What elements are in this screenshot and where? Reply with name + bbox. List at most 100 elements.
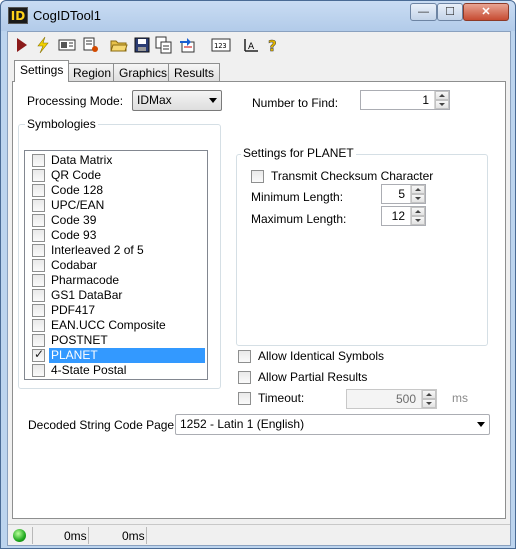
stepper-up-icon [422,390,436,399]
tab-results[interactable]: Results [168,63,221,82]
app-icon: ID [8,7,28,24]
reset-icon[interactable] [178,36,196,54]
symbology-item[interactable]: Data Matrix [26,153,206,168]
symbology-checkbox[interactable] [32,304,45,317]
tab-region[interactable]: Region [67,63,118,82]
symbology-label: Codabar [51,258,98,272]
toolbar: 123 A ? [8,32,510,58]
symbology-checkbox[interactable] [32,244,45,257]
symbology-item[interactable]: Pharmacode [26,273,206,288]
symbologies-list[interactable]: Data Matrix QR Code Code 128 UPC/EAN Code 39… [24,150,208,380]
allow-partial-checkbox[interactable] [238,371,251,384]
symbology-item[interactable]: PDF417 [26,303,206,318]
minimize-button[interactable]: — [410,3,437,21]
code-page-select[interactable]: 1252 - Latin 1 (English) [175,414,490,435]
allow-partial-label: Allow Partial Results [258,370,368,384]
stepper-down-icon[interactable] [411,216,425,225]
status-bar: 0ms 0ms [8,524,510,545]
maximum-length-value: 12 [391,209,405,223]
symbology-item[interactable]: EAN.UCC Composite [26,318,206,333]
status-time-2: 0ms [122,529,145,543]
symbology-label: Code 93 [51,228,97,242]
timeout-checkbox[interactable] [238,392,251,405]
symbology-item[interactable]: UPC/EAN [26,198,206,213]
save-icon[interactable] [133,36,151,54]
symbology-label: GS1 DataBar [51,288,123,302]
symbology-label: POSTNET [51,333,108,347]
minimum-length-label: Minimum Length: [251,190,344,204]
help-icon[interactable]: ? [264,36,282,56]
symbology-item[interactable]: Codabar [26,258,206,273]
symbology-checkbox[interactable] [32,229,45,242]
copy-icon[interactable] [155,36,173,54]
train-icon[interactable]: A [242,36,260,54]
stepper-down-icon[interactable] [435,100,449,109]
allow-identical-checkbox[interactable] [238,350,251,363]
title-bar[interactable]: ID CogIDTool1 — ☐ ✕ [1,1,515,31]
symbology-checkbox[interactable] [32,319,45,332]
minimum-length-value: 5 [398,187,405,201]
transmit-checksum-label: Transmit Checksum Character [271,169,434,183]
symbology-label: Data Matrix [51,153,113,167]
timeout-label: Timeout: [258,391,305,405]
settings-icon[interactable] [82,36,100,54]
symbology-checkbox[interactable]: ✓ [32,347,45,362]
symbology-item[interactable]: Code 93 [26,228,206,243]
svg-text:A: A [248,42,255,52]
svg-text:123: 123 [214,42,227,50]
symbology-checkbox[interactable] [32,184,45,197]
minimum-length-stepper[interactable]: 5 [381,184,426,204]
maximum-length-label: Maximum Length: [251,212,347,226]
number-to-find-stepper[interactable]: 1 [360,90,450,110]
tab-graphics[interactable]: Graphics [113,63,174,82]
stepper-up-icon[interactable] [411,207,425,216]
symbology-label: EAN.UCC Composite [51,318,166,332]
symbology-checkbox[interactable] [32,214,45,227]
symbology-checkbox[interactable] [32,154,45,167]
symbology-item[interactable]: 4-State Postal [26,363,206,378]
stepper-down-icon[interactable] [411,194,425,203]
maximum-length-stepper[interactable]: 12 [381,206,426,226]
symbology-checkbox[interactable] [32,169,45,182]
stepper-up-icon[interactable] [411,185,425,194]
timeout-value: 500 [395,392,416,406]
stepper-down-icon [422,399,436,408]
symbology-item[interactable]: Interleaved 2 of 5 [26,243,206,258]
close-button[interactable]: ✕ [463,3,509,21]
stepper-up-icon[interactable] [435,91,449,100]
symbology-checkbox[interactable] [32,259,45,272]
symbology-item[interactable]: QR Code [26,168,206,183]
code-page-value: 1252 - Latin 1 (English) [180,417,305,431]
symbology-item[interactable]: Code 128 [26,183,206,198]
open-icon[interactable] [110,36,128,54]
trigger-icon[interactable] [34,36,52,54]
timeout-stepper: 500 [346,389,437,409]
symbology-checkbox[interactable] [32,289,45,302]
symbology-item[interactable]: Code 39 [26,213,206,228]
number-to-find-value: 1 [422,93,429,107]
symbology-checkbox[interactable] [32,199,45,212]
processing-mode-value: IDMax [137,93,172,107]
symbology-item[interactable]: ✓ PLANET [26,347,206,363]
symbologies-title: Symbologies [25,117,98,131]
symbology-item[interactable]: GS1 DataBar [26,288,206,303]
planet-settings-title: Settings for PLANET [241,146,356,160]
tab-settings[interactable]: Settings [14,60,70,82]
counter-icon[interactable]: 123 [211,36,231,54]
transmit-checksum-checkbox[interactable] [251,170,264,183]
symbology-item[interactable]: POSTNET [26,333,206,348]
processing-mode-label: Processing Mode: [27,94,124,108]
checkmark-icon: ✓ [34,347,45,361]
code-page-label: Decoded String Code Page: [28,418,178,432]
symbology-checkbox[interactable] [32,364,45,377]
image-icon[interactable] [58,36,76,54]
number-to-find-label: Number to Find: [252,96,339,110]
processing-mode-select[interactable]: IDMax [132,90,222,111]
symbology-checkbox[interactable] [32,274,45,287]
symbology-checkbox[interactable] [32,334,45,347]
maximize-button[interactable]: ☐ [437,3,463,21]
timeout-unit: ms [452,391,468,405]
run-icon[interactable] [12,36,30,54]
symbology-label: 4-State Postal [51,363,127,377]
chevron-down-icon [209,98,217,103]
